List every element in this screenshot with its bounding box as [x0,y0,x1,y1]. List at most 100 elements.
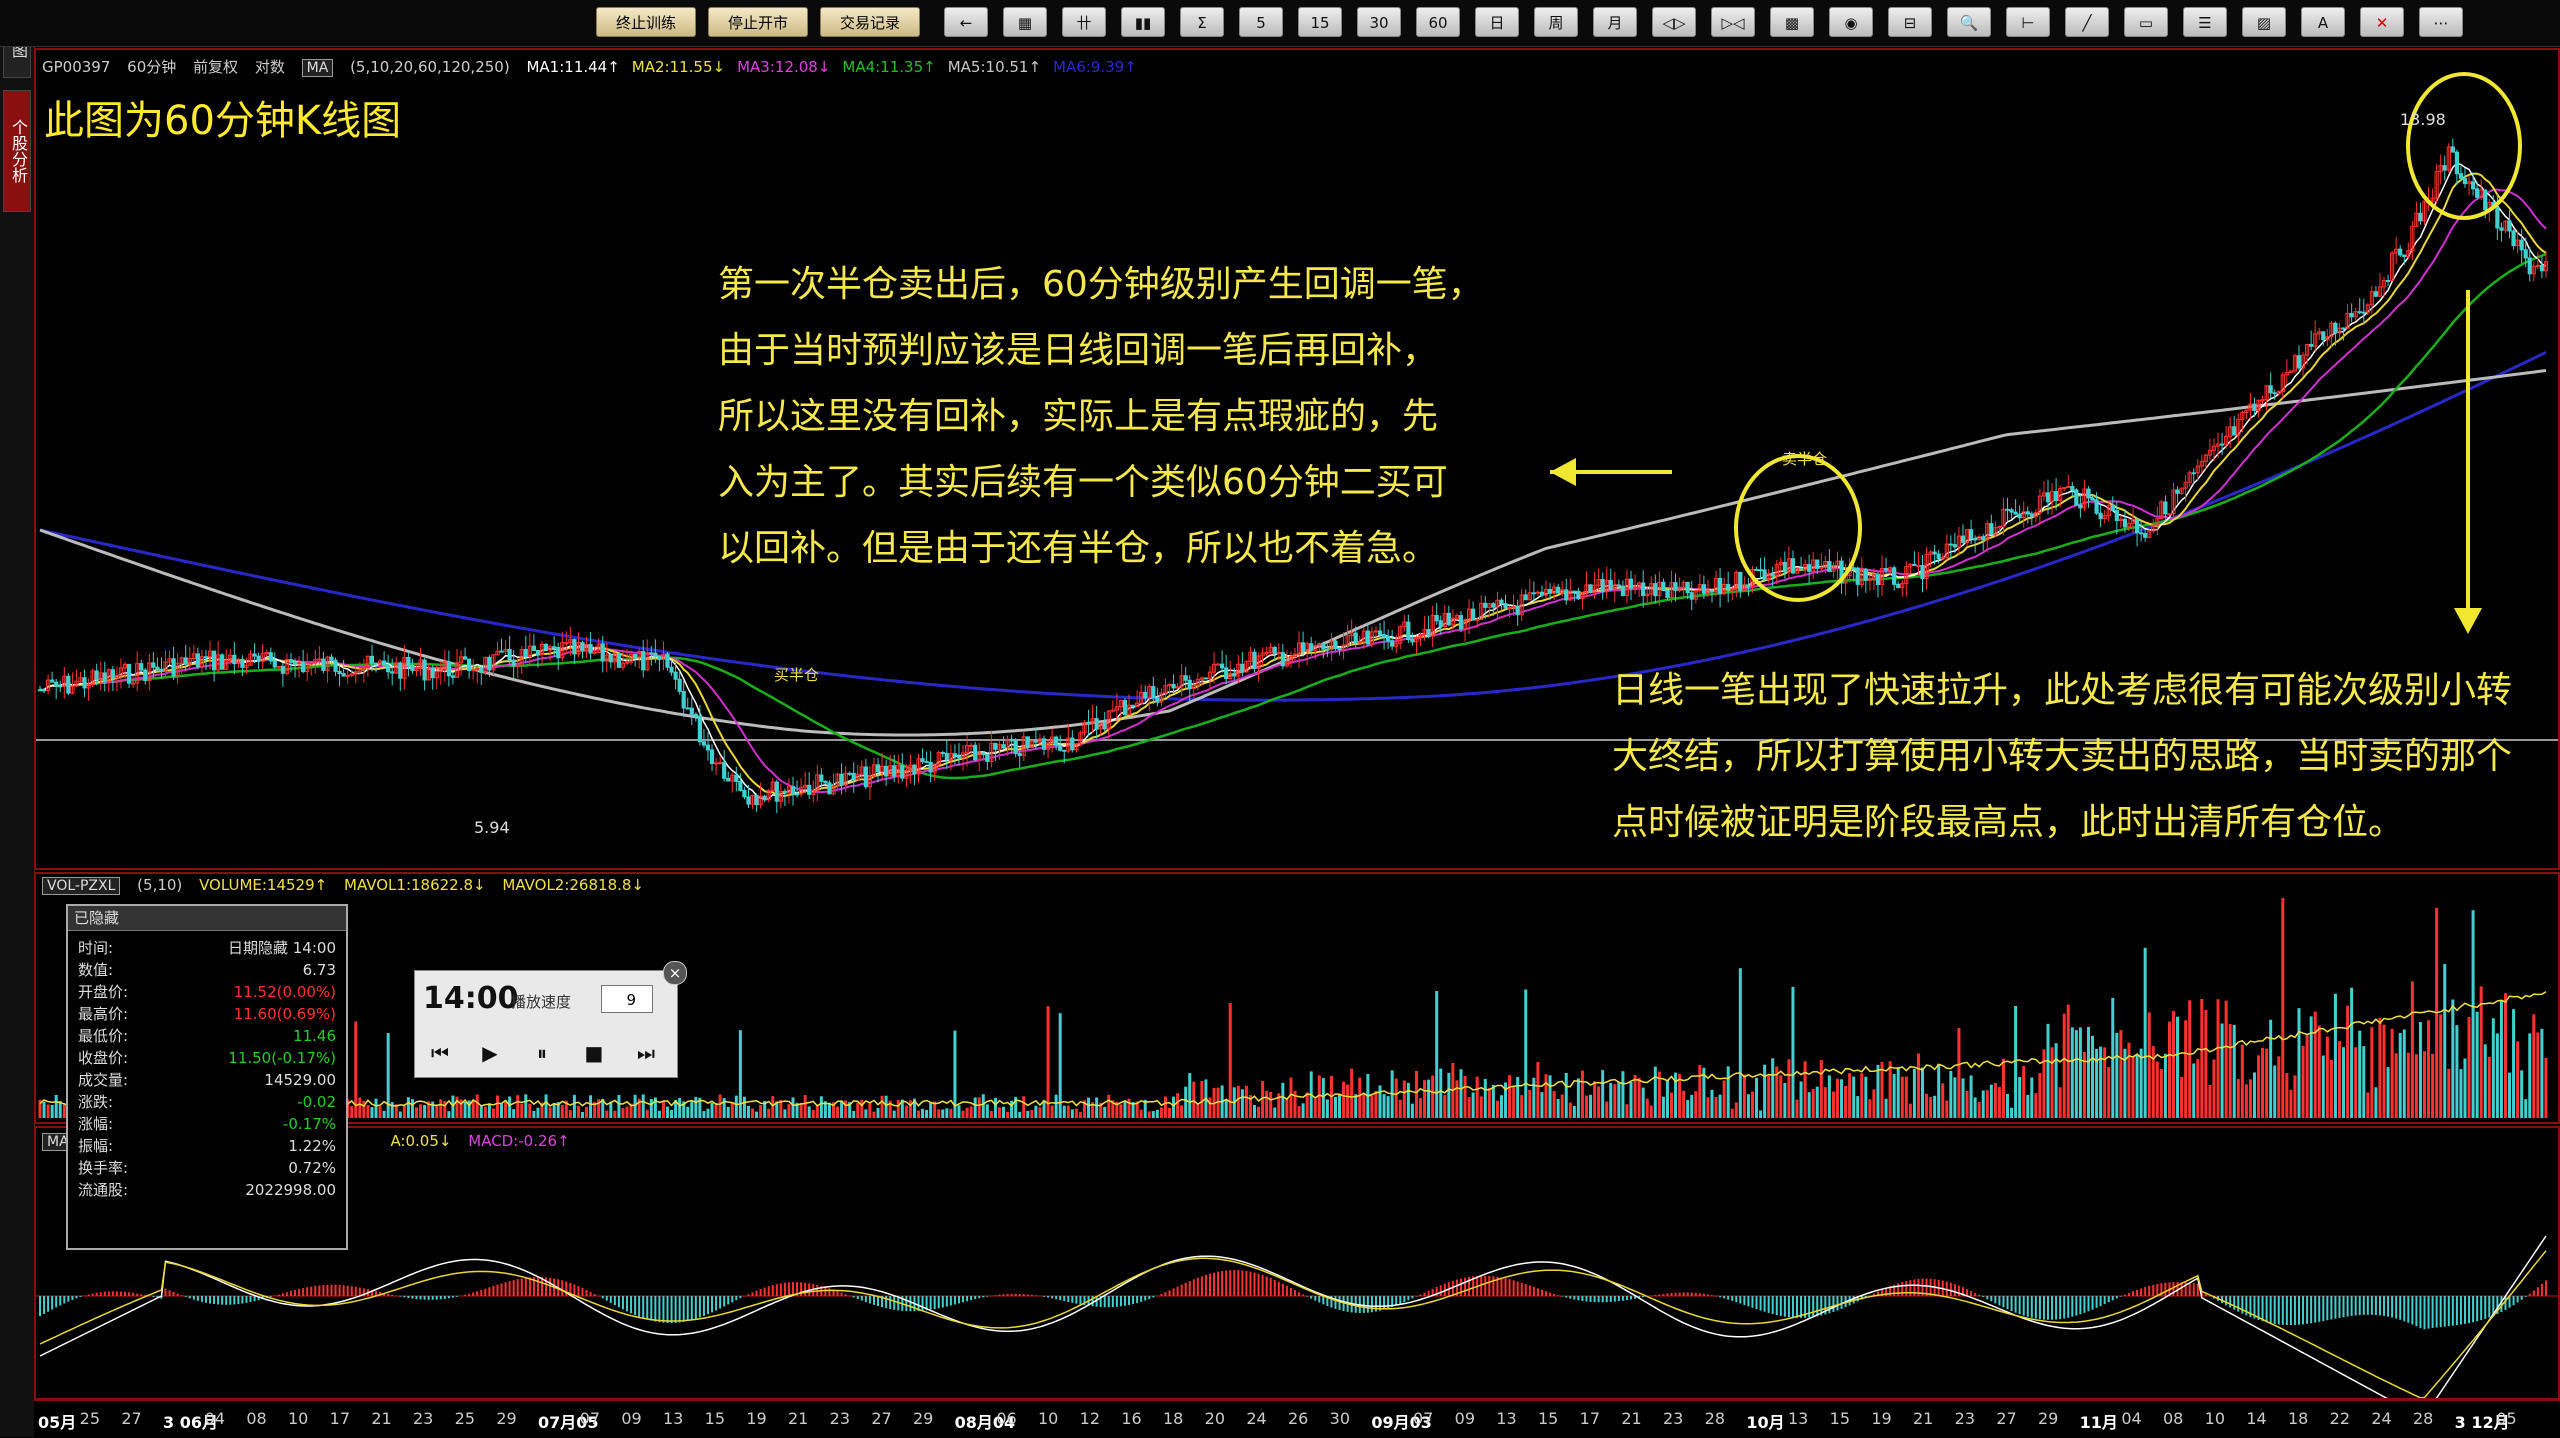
chart-title: 此图为60分钟K线图 [44,98,402,144]
date-tick: 27 [1996,1409,2017,1428]
date-tick: 09 [621,1409,642,1428]
info-row: 成交量: 14529.00 [68,1069,346,1091]
speed-label: 播放速度 [511,993,572,1011]
date-tick: 17 [329,1409,351,1428]
quote-info-box[interactable]: 已隐藏 时间: 日期隐藏 14:00 数值: 6.73 开盘价: 11.52(0.00%)… [66,904,348,1250]
date-tick: 09 [1454,1409,1476,1428]
date-tick: 07 [1413,1409,1434,1428]
info-value: 2022998.00 [245,1181,336,1199]
close-icon[interactable]: × [663,961,687,985]
low-price-label: 5.94 [474,818,510,837]
date-tick: 26 [1288,1409,1309,1428]
info-row: 时间: 日期隐藏 14:00 [68,937,346,959]
color-icon[interactable]: ▨ [2242,7,2286,37]
info-value: 0.72% [288,1159,336,1177]
zoom-fit-icon[interactable]: ▩ [1770,7,1814,37]
info-label: 成交量: [78,1071,129,1089]
period-23-icon[interactable]: A [2301,7,2345,37]
info-label: 振幅: [78,1137,114,1155]
info-value: 日期隐藏 14:00 [228,939,336,957]
date-tick: 21 [371,1409,392,1428]
pan-left-icon[interactable]: ◁▷ [1652,7,1696,37]
tab-stock-analysis[interactable]: 个股分析 [3,90,31,212]
date-tick: 11月 [2079,1413,2118,1432]
date-tick: 13 [1496,1409,1517,1428]
date-tick: 23 [413,1409,434,1428]
info-label: 最高价: [78,1005,129,1023]
date-tick: 17 [1579,1409,1601,1428]
speed-stepper[interactable]: 9 [601,985,653,1013]
annotation-line: 以回补。但是由于还有半仓，所以也不着急。 [718,528,1439,569]
line-icon[interactable]: ╱ [2065,7,2109,37]
date-tick: 05 [2496,1409,2517,1428]
info-label: 开盘价: [78,983,129,1001]
stop-market-button[interactable]: 停止开市 [708,7,808,37]
volume-panel[interactable]: VOL-PZXL (5,10) VOLUME:14529↑ MAVOL1:186… [34,872,2560,1124]
stop-icon[interactable]: ■ [579,1039,609,1067]
period-9-icon[interactable]: 日 [1475,7,1519,37]
date-tick: 29 [2038,1409,2059,1428]
pan-right-icon[interactable]: ▷◁ [1711,7,1755,37]
date-tick: 05月 [38,1413,77,1432]
info-value: -0.17% [282,1115,336,1133]
info-value: 14529.00 [264,1071,336,1089]
close-icon[interactable]: ✕ [2360,7,2404,37]
info-label: 数值: [78,961,114,979]
high-price-label: 13.98 [2400,110,2446,129]
date-tick: 19 [746,1409,767,1428]
annotation-line: 所以这里没有回补，实际上是有点瑕疵的，先 [718,396,1439,437]
annotation-line: 大终结，所以打算使用小转大卖出的思路，当时卖的那个 [1612,736,2513,777]
period-11-icon[interactable]: 月 [1593,7,1637,37]
info-value: 11.50(-0.17%) [228,1049,336,1067]
date-tick: 27 [121,1409,142,1428]
date-tick: 21 [788,1409,809,1428]
fib-icon[interactable]: 卄 [1062,7,1106,37]
grid-icon[interactable]: ▦ [1003,7,1047,37]
period-8-icon[interactable]: 60 [1416,7,1460,37]
date-tick: 08 [2163,1409,2184,1428]
eye-icon[interactable]: ◉ [1829,7,1873,37]
more-icon[interactable]: ⋯ [2419,7,2463,37]
annotation-line: 入为主了。其实后续有一个类似60分钟二买可 [718,462,1448,503]
replay-player[interactable]: 14:00 播放速度 9 ⏮ ▶ ⏸ ■ ⏭ × [414,961,687,1078]
date-axis: 05月 25 27 3 06月 04 08 10 17 21 23 25 29 07月05 07 09 13 1… [34,1400,2560,1438]
macd-panel[interactable]: MA A:0.05↓ MACD:-0.26↑ [34,1126,2560,1400]
info-row: 最低价: 11.46 [68,1025,346,1047]
cursor-icon[interactable]: ⊢ [2006,7,2050,37]
period-6-icon[interactable]: 15 [1298,7,1342,37]
play-icon[interactable]: ▶ [475,1039,505,1067]
rect-icon[interactable]: ▭ [2124,7,2168,37]
search-icon[interactable]: 🔍 [1947,7,1991,37]
back-arrow-icon[interactable]: ← [944,7,988,37]
info-label: 收盘价: [78,1049,129,1067]
date-tick: 08 [246,1409,267,1428]
trade-log-button[interactable]: 交易记录 [820,7,920,37]
end-training-button[interactable]: 终止训练 [596,7,696,37]
date-tick: 23 [829,1409,851,1428]
info-row: 换手率: 0.72% [68,1157,346,1179]
pause-icon[interactable]: ⏸ [527,1039,557,1067]
date-tick: 13 [663,1409,684,1428]
date-tick: 23 [1954,1409,1976,1428]
period-7-icon[interactable]: 30 [1357,7,1401,37]
date-tick: 29 [913,1409,934,1428]
date-tick: 21 [1913,1409,1934,1428]
date-tick: 22 [2329,1409,2351,1428]
sigma-icon[interactable]: Σ [1180,7,1224,37]
date-tick: 20 [1204,1409,1226,1428]
date-tick: 27 [871,1409,892,1428]
skip-back-icon[interactable]: ⏮ [425,1039,455,1067]
skip-forward-icon[interactable]: ⏭ [631,1039,661,1067]
period-10-icon[interactable]: 周 [1534,7,1578,37]
split-icon[interactable]: ⊟ [1888,7,1932,37]
date-tick: 25 [454,1409,476,1428]
date-tick: 24 [2371,1409,2392,1428]
date-tick: 21 [1621,1409,1642,1428]
macd-chart [36,1235,2558,1398]
text-icon[interactable]: ☰ [2183,7,2227,37]
replay-time: 14:00 [423,981,519,1016]
date-tick: 18 [2288,1409,2309,1428]
bars-icon[interactable]: ▮▮ [1121,7,1165,37]
date-tick: 13 [1788,1409,1809,1428]
period-5-icon[interactable]: 5 [1239,7,1283,37]
